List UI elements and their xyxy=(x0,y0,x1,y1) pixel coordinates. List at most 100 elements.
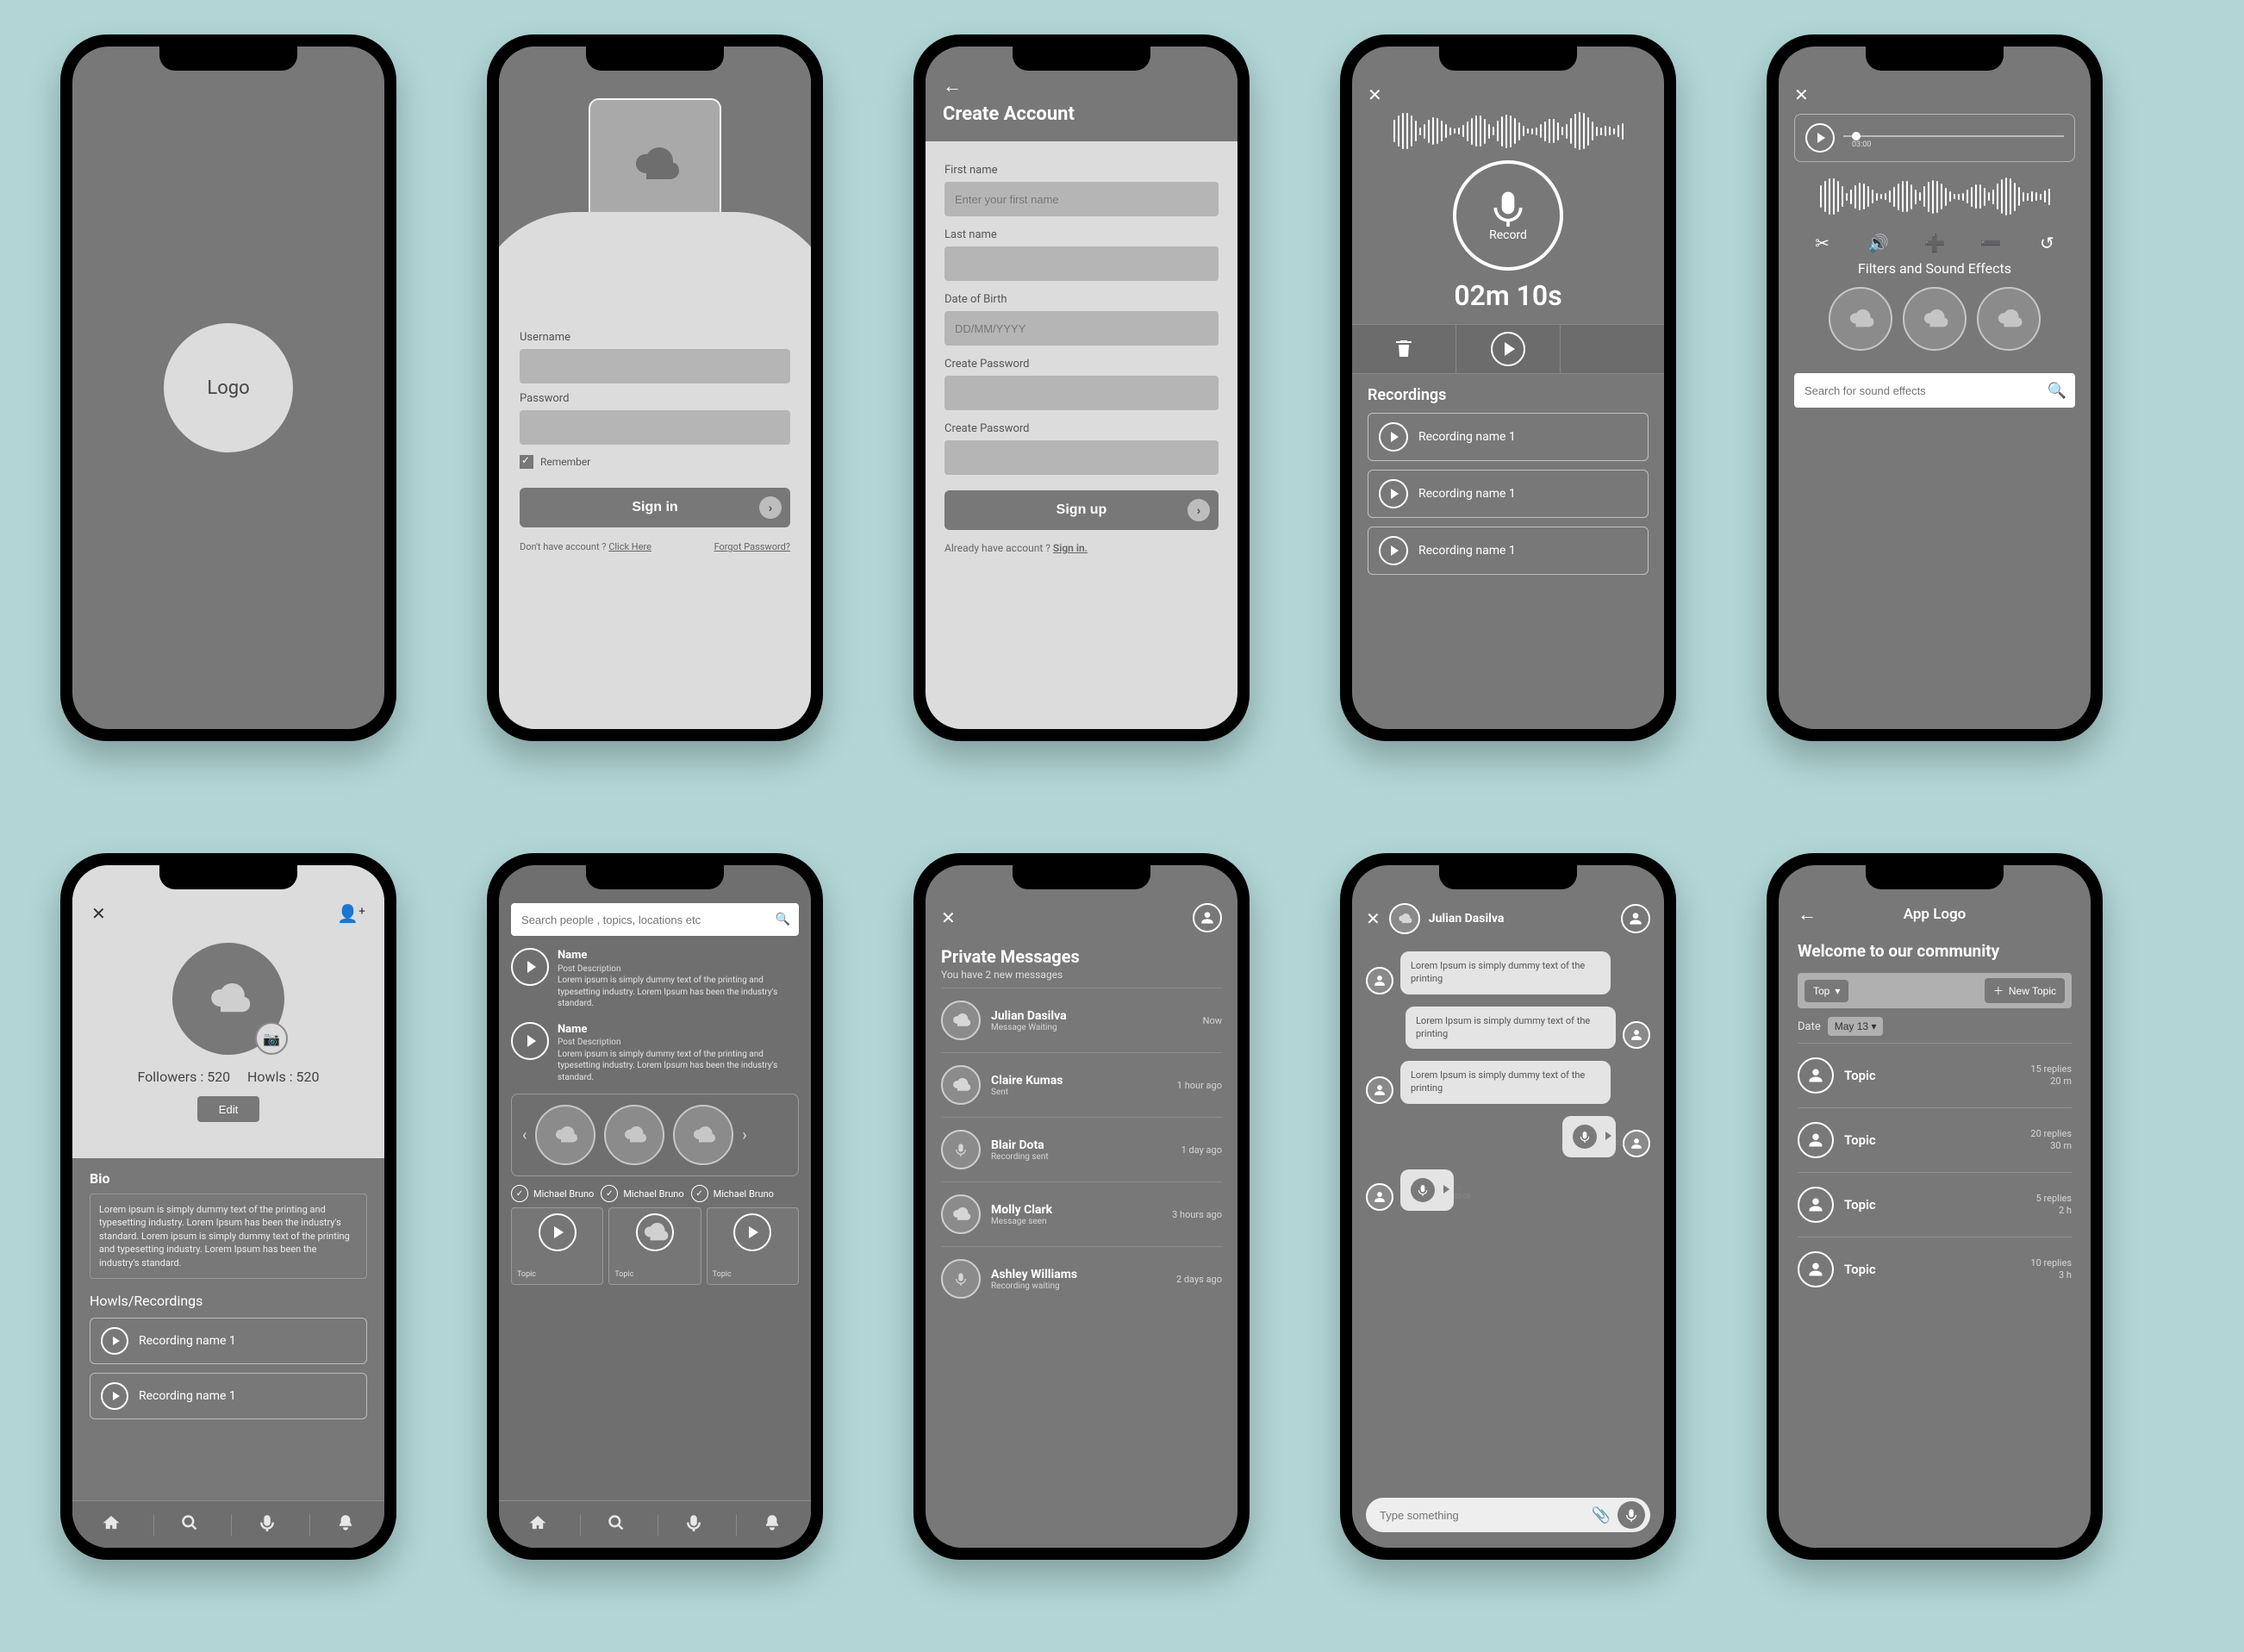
fx-search-box[interactable]: 🔍 xyxy=(1794,373,2075,408)
filter-3[interactable] xyxy=(1977,287,2041,351)
change-photo-button[interactable]: 📷 xyxy=(255,1022,288,1055)
remove-tool-icon[interactable]: ➖ xyxy=(1978,233,2004,253)
create-password-input-2[interactable] xyxy=(944,440,1219,475)
fx-search-input[interactable] xyxy=(1803,383,2048,398)
audio-bubble[interactable]: 03:00 xyxy=(1400,1169,1454,1211)
story-prev-icon[interactable]: ‹ xyxy=(522,1126,527,1144)
recording-row[interactable]: Recording name 1 xyxy=(1368,413,1649,461)
profile-avatar-icon[interactable] xyxy=(1193,903,1222,932)
story-item[interactable] xyxy=(604,1105,664,1165)
post-play-avatar[interactable] xyxy=(511,1022,549,1060)
sort-dropdown[interactable]: Top ▾ xyxy=(1805,980,1848,1002)
topic-row[interactable]: Topic20 replies30 m xyxy=(1798,1107,2072,1172)
create-password-input-1[interactable] xyxy=(944,376,1219,410)
play-icon[interactable] xyxy=(101,1382,128,1410)
close-icon[interactable]: ✕ xyxy=(1794,84,2075,105)
filter-1[interactable] xyxy=(1829,287,1892,351)
add-friend-icon[interactable]: 👤⁺ xyxy=(337,903,365,924)
tab-home-icon[interactable] xyxy=(76,1514,146,1536)
audio-player[interactable]: 03:00 xyxy=(1794,114,2075,162)
bubble-avatar xyxy=(1366,1183,1393,1211)
story-next-icon[interactable]: › xyxy=(742,1126,746,1144)
feed-search-box[interactable]: 🔍 xyxy=(511,903,799,936)
suggestion-chip[interactable]: ✓Michael Bruno xyxy=(601,1185,683,1202)
play-icon[interactable] xyxy=(1379,479,1408,508)
username-input[interactable] xyxy=(520,349,790,383)
go-sign-in-link[interactable]: Sign in. xyxy=(1053,542,1088,554)
player-track[interactable]: 03:00 xyxy=(1843,130,2064,146)
message-row[interactable]: Blair DotaRecording sent1 day ago xyxy=(941,1117,1222,1181)
recording-row[interactable]: Recording name 1 xyxy=(1368,527,1649,575)
dob-input[interactable] xyxy=(944,311,1219,346)
message-row[interactable]: Claire KumasSent1 hour ago xyxy=(941,1052,1222,1117)
feed-post[interactable]: NamePost DescriptionLorem ipsum is simpl… xyxy=(511,1022,799,1084)
attach-icon[interactable]: 📎 xyxy=(1592,1506,1611,1524)
feed-post[interactable]: NamePost DescriptionLorem ipsum is simpl… xyxy=(511,948,799,1010)
suggestion-card[interactable]: Topic xyxy=(707,1207,799,1285)
post-play-avatar[interactable] xyxy=(511,948,549,986)
play-icon[interactable] xyxy=(1379,422,1408,452)
profile-avatar-icon[interactable] xyxy=(1621,904,1650,933)
edit-profile-button[interactable]: Edit xyxy=(197,1096,259,1122)
search-icon[interactable]: 🔍 xyxy=(776,913,790,926)
bubble-mic-icon[interactable] xyxy=(1411,1178,1435,1202)
play-icon[interactable] xyxy=(1805,123,1835,153)
sign-in-button[interactable]: Sign in › xyxy=(520,488,790,527)
undo-tool-icon[interactable]: ↺ xyxy=(2034,233,2060,253)
topic-row[interactable]: Topic15 replies20 m xyxy=(1798,1043,2072,1107)
suggestion-card[interactable]: Topic xyxy=(511,1207,603,1285)
tab-mic-icon[interactable] xyxy=(231,1514,302,1536)
sign-up-button[interactable]: Sign up › xyxy=(944,490,1219,530)
close-icon[interactable]: ✕ xyxy=(1366,908,1381,929)
suggestion-card[interactable]: Topic xyxy=(608,1207,701,1285)
chevron-right-icon: › xyxy=(1187,499,1210,521)
tab-bell-icon[interactable] xyxy=(309,1514,381,1536)
close-icon[interactable]: ✕ xyxy=(1368,84,1649,105)
play-recording-button[interactable] xyxy=(1456,325,1561,373)
create-account-link[interactable]: Click Here xyxy=(608,541,651,552)
bubble-mic-icon[interactable] xyxy=(1573,1125,1597,1149)
tab-mic-icon[interactable] xyxy=(658,1514,729,1536)
suggestion-chip[interactable]: ✓Michael Bruno xyxy=(511,1185,594,1202)
tab-search-icon[interactable] xyxy=(153,1514,225,1536)
delete-recording-button[interactable] xyxy=(1352,325,1456,373)
audio-bubble[interactable]: 03:00 xyxy=(1562,1116,1616,1157)
message-row[interactable]: Julian DasilvaMessage WaitingNow xyxy=(941,988,1222,1052)
topic-row[interactable]: Topic5 replies2 h xyxy=(1798,1172,2072,1237)
topic-row[interactable]: Topic10 replies3 h xyxy=(1798,1237,2072,1301)
cut-tool-icon[interactable]: ✂ xyxy=(1810,233,1836,253)
play-icon[interactable] xyxy=(1379,536,1408,565)
recording-row[interactable]: Recording name 1 xyxy=(1368,470,1649,518)
record-button[interactable]: Record xyxy=(1453,160,1563,271)
back-icon[interactable]: ← xyxy=(943,78,1220,97)
story-item[interactable] xyxy=(535,1105,595,1165)
back-icon[interactable]: ← xyxy=(1798,903,1817,926)
password-input[interactable] xyxy=(520,410,790,445)
story-item[interactable] xyxy=(673,1105,733,1165)
first-name-input[interactable] xyxy=(944,182,1219,216)
search-icon[interactable]: 🔍 xyxy=(2048,382,2066,400)
play-icon[interactable] xyxy=(101,1327,128,1355)
tab-search-icon[interactable] xyxy=(580,1514,651,1536)
bubble-audio-time: 03:00 xyxy=(1454,1193,1471,1202)
suggestion-chip[interactable]: ✓Michael Bruno xyxy=(691,1185,774,1202)
filter-2[interactable] xyxy=(1903,287,1967,351)
tab-bell-icon[interactable] xyxy=(736,1514,807,1536)
add-tool-icon[interactable]: ➕ xyxy=(1922,233,1948,253)
close-icon[interactable]: ✕ xyxy=(91,903,106,924)
message-row[interactable]: Molly ClarkMessage seen3 hours ago xyxy=(941,1181,1222,1246)
record-voice-button[interactable] xyxy=(1618,1501,1645,1529)
volume-tool-icon[interactable]: 🔊 xyxy=(1866,233,1892,253)
last-name-input[interactable] xyxy=(944,246,1219,281)
feed-search-input[interactable] xyxy=(520,913,776,927)
message-row[interactable]: Ashley WilliamsRecording waiting2 days a… xyxy=(941,1246,1222,1311)
recording-row[interactable]: Recording name 1 xyxy=(90,1318,367,1364)
recording-row[interactable]: Recording name 1 xyxy=(90,1373,367,1419)
tab-home-icon[interactable] xyxy=(502,1514,573,1536)
date-dropdown[interactable]: May 13 ▾ xyxy=(1828,1017,1884,1036)
chat-text-input[interactable] xyxy=(1378,1508,1585,1523)
new-topic-button[interactable]: ＋ New Topic xyxy=(1985,978,2065,1003)
remember-checkbox[interactable] xyxy=(520,455,533,469)
forgot-password-link[interactable]: Forgot Password? xyxy=(714,541,790,552)
close-icon[interactable]: ✕ xyxy=(941,907,956,928)
